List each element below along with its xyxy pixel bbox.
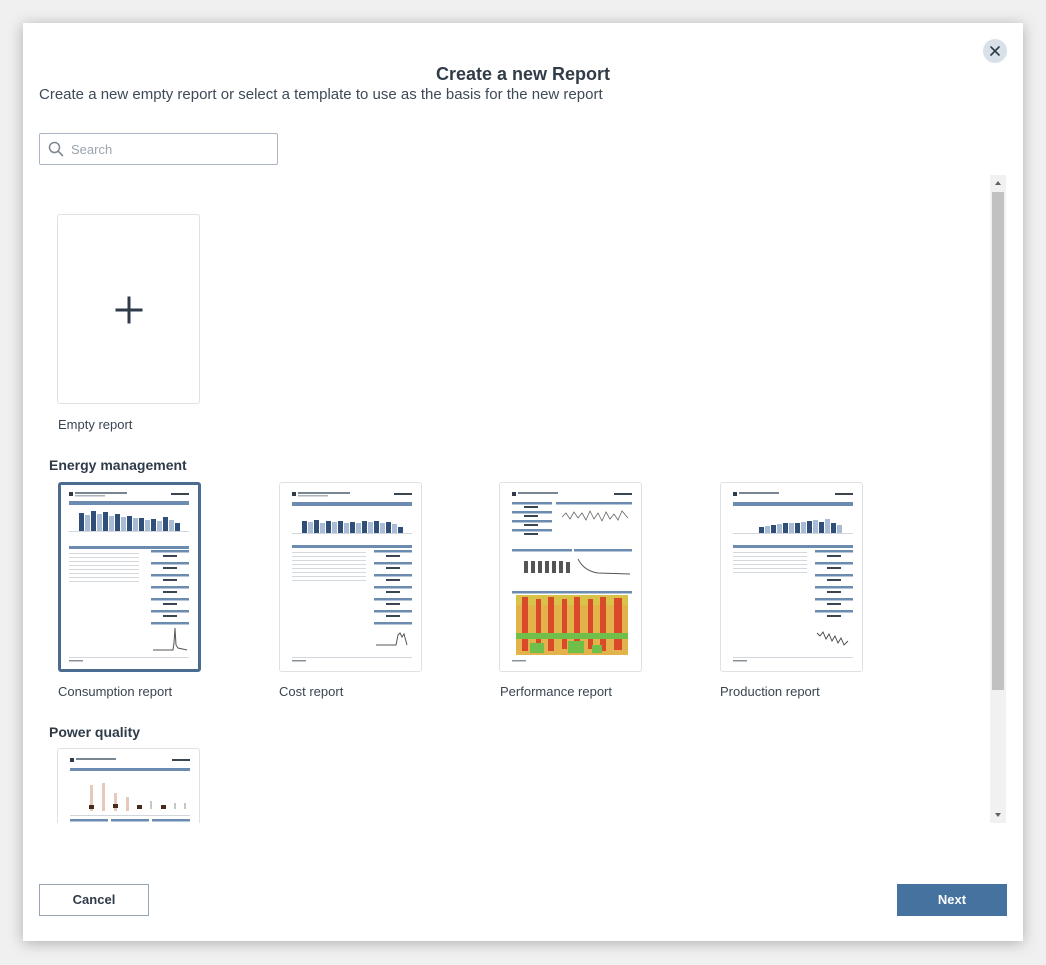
dialog-subtitle: Create a new empty report or select a te… [39,86,603,103]
consumption-report-label: Consumption report [58,684,173,699]
production-report-thumbnail [733,492,853,662]
arrow-up-icon [995,181,1001,185]
empty-report-label: Empty report [58,417,133,432]
power-quality-report-card[interactable] [57,748,200,823]
search-icon [48,141,64,157]
create-report-dialog: Create a new Report Create a new empty r… [23,23,1023,941]
performance-report-card[interactable] [499,482,642,672]
cancel-button[interactable]: Cancel [39,884,149,916]
plus-icon [115,296,143,324]
production-report-label: Production report [720,684,820,699]
template-gallery: Empty report Energy management Consumpti… [39,175,989,823]
cost-report-label: Cost report [279,684,344,699]
arrow-down-icon [995,813,1001,817]
search-box[interactable] [39,133,278,165]
cost-report-card[interactable] [279,482,422,672]
close-icon [990,46,1000,56]
search-input[interactable] [71,134,271,164]
scroll-down-button[interactable] [990,807,1006,823]
empty-report-card[interactable] [57,214,200,404]
scrollbar-thumb[interactable] [992,192,1004,690]
cost-report-thumbnail [292,492,412,662]
power-quality-report-thumbnail [70,758,190,822]
scroll-up-button[interactable] [990,175,1006,191]
section-heading-power-quality: Power quality [49,724,141,740]
next-button[interactable]: Next [897,884,1007,916]
close-button[interactable] [983,39,1007,63]
consumption-report-thumbnail [69,492,189,662]
section-heading-energy-management: Energy management [49,457,187,473]
consumption-report-card[interactable] [58,482,201,672]
dialog-title: Create a new Report [435,64,611,84]
performance-report-thumbnail [512,492,632,662]
production-report-card[interactable] [720,482,863,672]
gallery-scrollbar[interactable] [990,175,1006,823]
performance-report-label: Performance report [500,684,612,699]
